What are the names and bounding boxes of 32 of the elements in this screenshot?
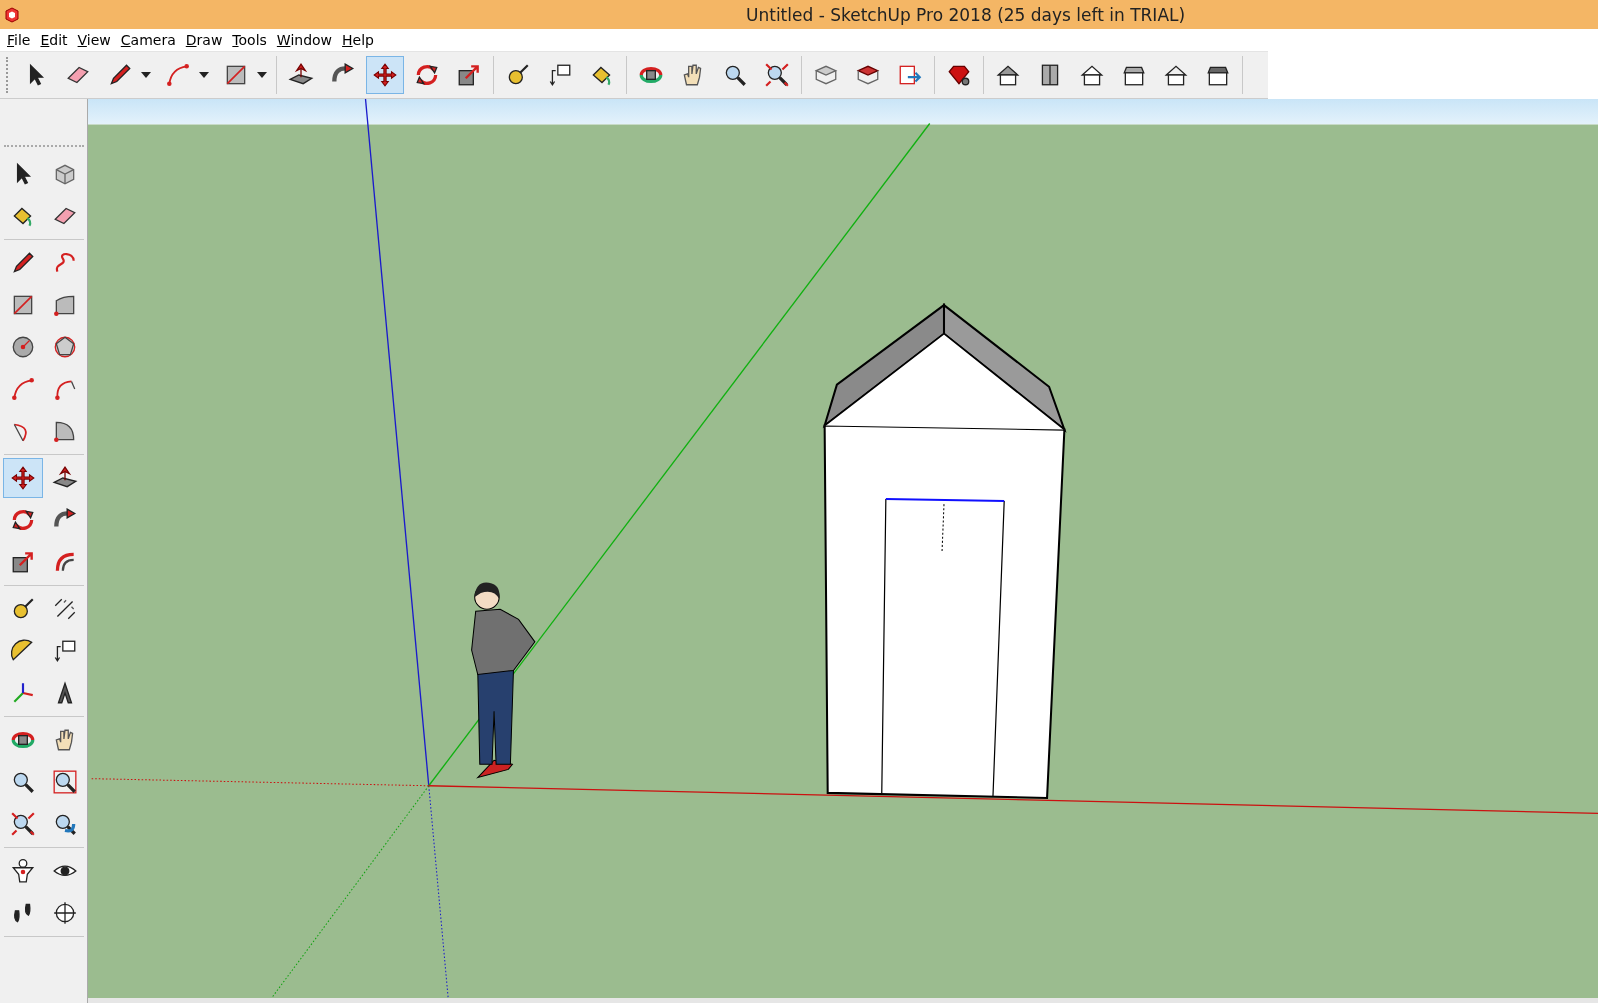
house-model-drawing[interactable]: [822, 303, 1067, 800]
pencil-icon: [107, 62, 133, 88]
move-icon: [9, 465, 36, 491]
label-callout-icon: [547, 62, 573, 88]
menu-item[interactable]: Window: [271, 32, 338, 48]
menu-item[interactable]: View: [72, 32, 116, 48]
scale-icon: [456, 62, 482, 88]
menu-item[interactable]: Camera: [115, 32, 181, 48]
person-figure-drawing[interactable]: [471, 582, 536, 779]
magnifier-icon: [764, 62, 790, 88]
magnifier-icon: [9, 811, 36, 837]
section-plane-icon: [51, 900, 78, 926]
rotate-icon: [414, 62, 440, 88]
arc-icon: [9, 376, 36, 402]
magnifier-icon: [51, 769, 78, 795]
move-icon: [372, 62, 398, 88]
caret-icon[interactable]: [257, 72, 267, 78]
arc-icon: [165, 62, 191, 88]
toolbar-grip-icon[interactable]: [3, 145, 84, 150]
menu-item[interactable]: Help: [337, 32, 379, 48]
menu-item[interactable]: File: [2, 32, 36, 48]
menu-item[interactable]: Tools: [227, 32, 272, 48]
window-title: Untitled - SketchUp Pro 2018 (25 days left in TRIAL): [746, 4, 1186, 25]
move-tool-button[interactable]: [2, 458, 43, 498]
toolbar-grip-icon[interactable]: [6, 57, 11, 93]
caret-icon[interactable]: [141, 72, 151, 78]
app-logo-icon: [4, 6, 20, 23]
menu-item[interactable]: Edit: [35, 32, 73, 48]
caret-icon[interactable]: [199, 72, 209, 78]
standing-figure-icon: [9, 858, 36, 884]
menu-item[interactable]: Draw: [180, 32, 228, 48]
move-tool-button[interactable]: [366, 56, 404, 94]
